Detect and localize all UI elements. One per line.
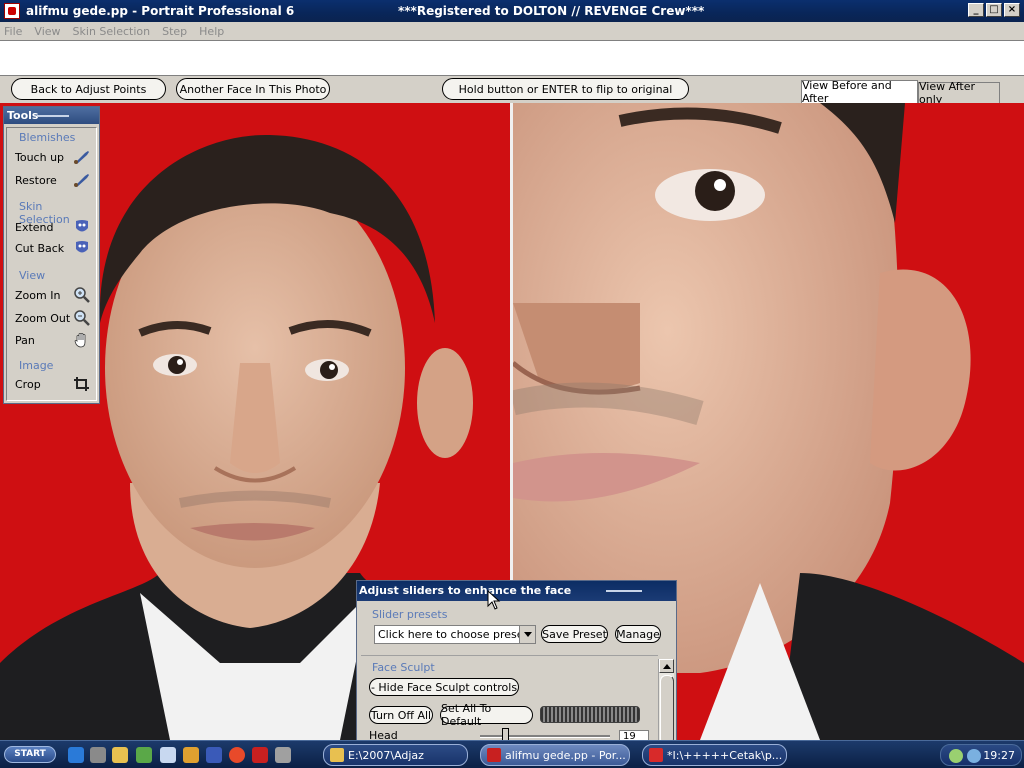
app-icon-mail[interactable]: [160, 747, 176, 763]
another-face-button[interactable]: Another Face In This Photo: [176, 78, 330, 100]
task-label: E:\2007\Adjaz: [348, 748, 424, 762]
window-controls: _ □ ×: [968, 3, 1020, 17]
tool-restore[interactable]: Restore: [15, 174, 57, 187]
section-view: View: [19, 269, 46, 282]
tool-cut-back[interactable]: Cut Back: [15, 242, 64, 255]
mask-icon[interactable]: [73, 219, 91, 235]
tool-touch-up[interactable]: Touch up: [15, 151, 64, 164]
action-bar: Back to Adjust Points Another Face In Th…: [0, 76, 1024, 106]
menu-bar: File View Skin Selection Step Help: [0, 22, 1024, 40]
magnifier-minus-icon[interactable]: [73, 310, 91, 326]
computer-icon[interactable]: [90, 747, 106, 763]
app-icon-edit[interactable]: [183, 747, 199, 763]
adjust-panel-title[interactable]: Adjust sliders to enhance the face: [357, 581, 676, 601]
taskbar: START E:\2007\Adjaz alifmu gede.pp - Por…: [0, 740, 1024, 768]
portrait-pro-icon[interactable]: [252, 747, 268, 763]
close-button[interactable]: ×: [1004, 3, 1020, 17]
slider-presets-label: Slider presets: [372, 608, 448, 621]
brush-icon[interactable]: [73, 149, 91, 165]
tools-panel: Tools Blemishes Touch up Restore Skin Se…: [3, 106, 100, 404]
tools-body: Blemishes Touch up Restore Skin Selectio…: [6, 127, 97, 401]
sculpt-meter: [540, 706, 640, 723]
photoshop-icon: [649, 748, 663, 762]
tools-panel-title[interactable]: Tools: [4, 107, 99, 124]
menu-skin-selection[interactable]: Skin Selection: [73, 25, 151, 38]
word-icon[interactable]: [206, 747, 222, 763]
task-portrait-professional[interactable]: alifmu gede.pp - Por...: [480, 744, 630, 766]
window-title: alifmu gede.pp - Portrait Professional 6: [26, 4, 295, 18]
mouse-cursor-icon: [487, 590, 501, 610]
app-icon-misc[interactable]: [275, 747, 291, 763]
app-icon[interactable]: [4, 3, 20, 19]
menu-file[interactable]: File: [4, 25, 22, 38]
set-all-default-button[interactable]: Set All To Default: [440, 702, 533, 728]
volume-icon[interactable]: [967, 749, 981, 763]
folder-icon: [330, 748, 344, 762]
turn-off-all-button[interactable]: Turn Off All: [369, 706, 433, 724]
scroll-thumb[interactable]: [660, 675, 674, 741]
mask-icon[interactable]: [73, 240, 91, 256]
separator: [361, 655, 658, 656]
menu-help[interactable]: Help: [199, 25, 224, 38]
head-slider-track[interactable]: [480, 735, 610, 738]
tool-crop[interactable]: Crop: [15, 378, 41, 391]
task-label: alifmu gede.pp - Por...: [505, 748, 626, 762]
tab-view-after-only[interactable]: View After only: [918, 80, 1000, 106]
task-explorer[interactable]: E:\2007\Adjaz: [323, 744, 468, 766]
hide-face-sculpt-button[interactable]: - Hide Face Sculpt controls: [369, 678, 519, 696]
menu-step[interactable]: Step: [162, 25, 187, 38]
registration-text: ***Registered to DOLTON // REVENGE Crew*…: [398, 4, 705, 18]
save-preset-button[interactable]: Save Preset: [541, 625, 608, 643]
back-to-adjust-points-button[interactable]: Back to Adjust Points: [11, 78, 166, 100]
scroll-up-icon[interactable]: [659, 659, 674, 673]
flip-original-button[interactable]: Hold button or ENTER to flip to original: [442, 78, 689, 100]
maximize-button[interactable]: □: [986, 3, 1002, 17]
toolbar-strip: [0, 40, 1024, 76]
chrome-icon[interactable]: [229, 747, 245, 763]
adjust-sliders-panel: Adjust sliders to enhance the face Slide…: [356, 580, 677, 742]
tool-zoom-out[interactable]: Zoom Out: [15, 312, 70, 325]
folder-icon[interactable]: [112, 747, 128, 763]
hand-icon[interactable]: [73, 332, 91, 348]
portrait-pro-icon: [487, 748, 501, 762]
chevron-down-icon[interactable]: [519, 626, 535, 643]
magnifier-plus-icon[interactable]: [73, 287, 91, 303]
section-blemishes: Blemishes: [19, 131, 76, 144]
title-bar: alifmu gede.pp - Portrait Professional 6…: [0, 0, 1024, 22]
preset-select-value: Click here to choose preset: [378, 628, 528, 641]
task-cetak[interactable]: *I:\+++++Cetak\p...: [642, 744, 787, 766]
tool-zoom-in[interactable]: Zoom In: [15, 289, 60, 302]
network-icon[interactable]: [949, 749, 963, 763]
menu-view[interactable]: View: [34, 25, 60, 38]
tab-view-before-after[interactable]: View Before and After: [801, 79, 918, 105]
tool-extend[interactable]: Extend: [15, 221, 54, 234]
crop-icon[interactable]: [73, 376, 91, 392]
face-sculpt-label: Face Sculpt: [372, 661, 435, 674]
clock: 19:27: [983, 749, 1015, 762]
minimize-button[interactable]: _: [968, 3, 984, 17]
preset-select[interactable]: Click here to choose preset: [374, 625, 536, 644]
panel-scrollbar[interactable]: [658, 659, 674, 741]
start-button[interactable]: START: [4, 746, 56, 763]
section-image: Image: [19, 359, 54, 372]
brush-icon[interactable]: [73, 172, 91, 188]
app-icon-green[interactable]: [136, 747, 152, 763]
task-label: *I:\+++++Cetak\p...: [667, 748, 783, 762]
tool-pan[interactable]: Pan: [15, 334, 35, 347]
system-tray: 19:27: [940, 744, 1022, 766]
manage-button[interactable]: Manage: [615, 625, 661, 643]
ie-icon[interactable]: [68, 747, 84, 763]
